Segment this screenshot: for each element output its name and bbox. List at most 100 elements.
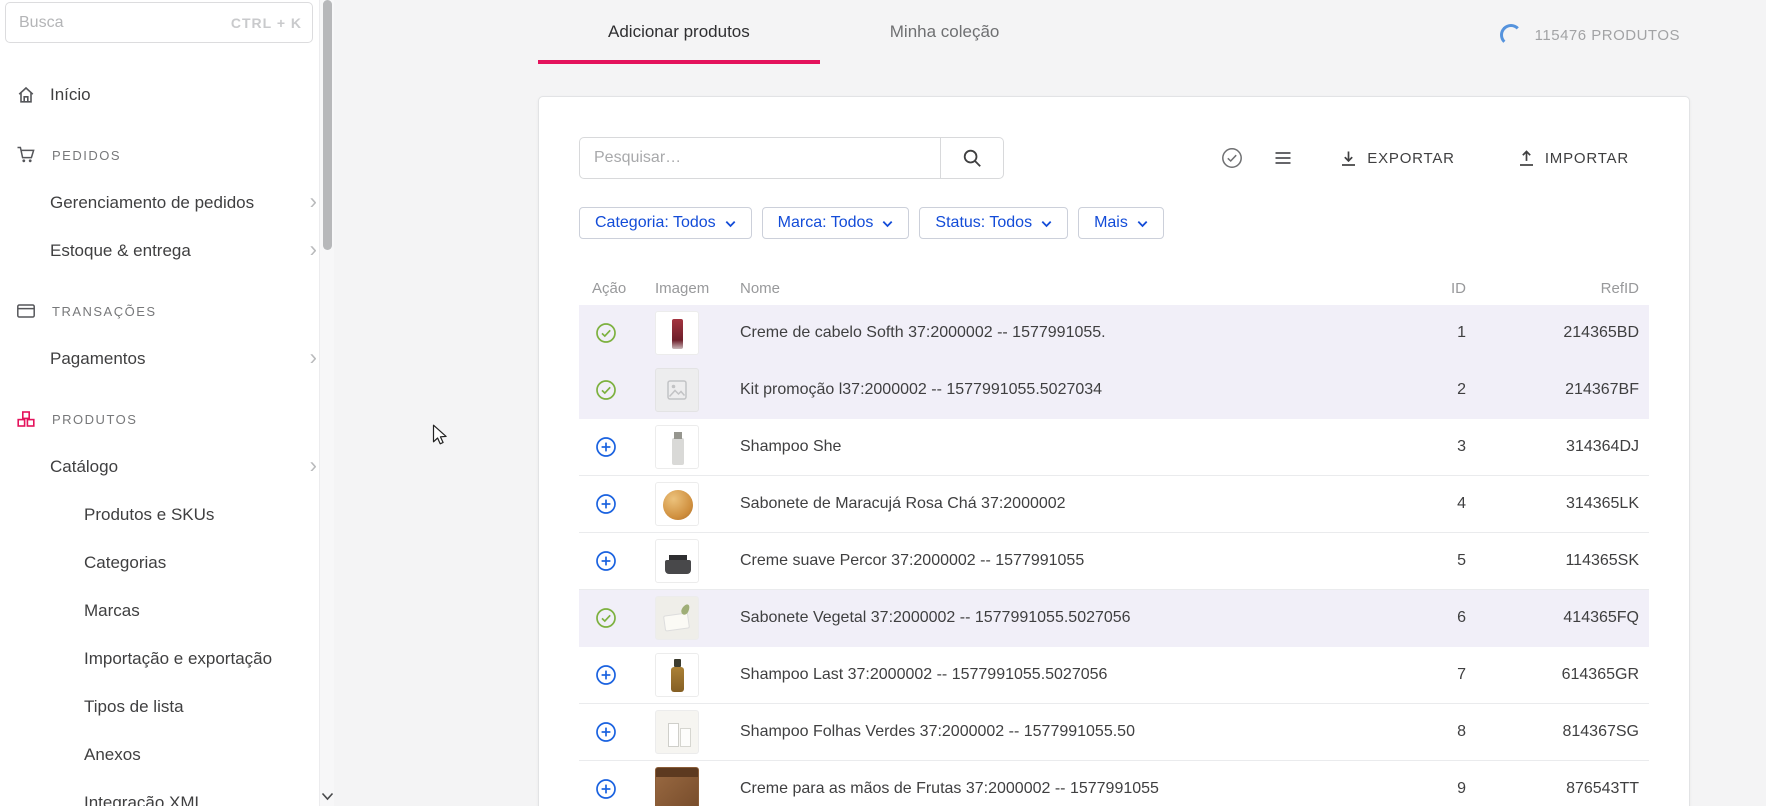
- add-plus-icon[interactable]: [595, 664, 617, 686]
- product-thumbnail: [655, 710, 699, 754]
- sidebar-item-catalogo[interactable]: Catálogo›: [0, 443, 319, 491]
- product-image-cell: [641, 539, 740, 583]
- sidebar-item-label: PEDIDOS: [52, 148, 121, 163]
- sidebar-item-pedidos: PEDIDOS: [0, 131, 319, 179]
- export-label: EXPORTAR: [1367, 150, 1455, 167]
- row-action-cell: [579, 436, 641, 458]
- added-check-icon[interactable]: [595, 322, 617, 344]
- sidebar-item-label: Categorias: [84, 553, 166, 573]
- product-search: [579, 137, 1004, 179]
- added-check-icon[interactable]: [595, 379, 617, 401]
- table-row: Sabonete Vegetal 37:2000002 -- 157799105…: [579, 590, 1649, 647]
- chevron-right-icon: ›: [310, 347, 317, 369]
- sidebar-item-produtos: PRODUTOS: [0, 395, 319, 443]
- scroll-down-chevron-icon[interactable]: [321, 792, 334, 801]
- sidebar-item-importacao-e-exportacao[interactable]: Importação e exportação: [0, 635, 319, 683]
- product-image-cell: [641, 653, 740, 697]
- product-name: Shampoo Folhas Verdes 37:2000002 -- 1577…: [740, 723, 1334, 741]
- table-row: Creme suave Percor 37:2000002 -- 1577991…: [579, 533, 1649, 590]
- main-area: Adicionar produtos Minha coleção 115476 P…: [334, 0, 1766, 806]
- sidebar-item-produtos-e-skus[interactable]: Produtos e SKUs: [0, 491, 319, 539]
- chevron-right-icon: ›: [310, 455, 317, 477]
- search-button[interactable]: [941, 137, 1004, 179]
- added-check-icon[interactable]: [595, 607, 617, 629]
- product-image-cell: [641, 710, 740, 754]
- product-id: 9: [1334, 780, 1469, 798]
- product-thumbnail: [655, 767, 699, 806]
- product-refid: 414365FQ: [1469, 609, 1649, 627]
- sidebar-item-gerenciamento-de-pedidos[interactable]: Gerenciamento de pedidos›: [0, 179, 319, 227]
- chevron-down-icon: [1041, 220, 1052, 228]
- sidebar-item-tipos-de-lista[interactable]: Tipos de lista: [0, 683, 319, 731]
- column-header-name: Nome: [740, 280, 1334, 297]
- table-row: Creme de cabelo Softh 37:2000002 -- 1577…: [579, 305, 1649, 362]
- sidebar-item-categorias[interactable]: Categorias: [0, 539, 319, 587]
- download-icon: [1339, 149, 1358, 168]
- product-refid: 876543TT: [1469, 780, 1649, 798]
- sidebar: CTRL + K Início PEDIDOS Gerenciamento de p…: [0, 0, 319, 806]
- sidebar-item-inicio[interactable]: Início: [0, 71, 319, 119]
- sidebar-item-integracao-xml[interactable]: Integração XML: [0, 779, 319, 806]
- sidebar-item-label: Produtos e SKUs: [84, 505, 214, 525]
- sidebar-search-shortcut: CTRL + K: [231, 15, 312, 31]
- export-button[interactable]: EXPORTAR: [1339, 149, 1455, 168]
- sidebar-item-anexos[interactable]: Anexos: [0, 731, 319, 779]
- product-image-cell: [641, 368, 740, 412]
- tab-label: Adicionar produtos: [608, 22, 750, 42]
- tab-adicionar-produtos[interactable]: Adicionar produtos: [538, 0, 820, 64]
- add-plus-icon[interactable]: [595, 493, 617, 515]
- products-table: Ação Imagem Nome ID RefID Creme de cabel…: [579, 271, 1649, 806]
- table-row: Shampoo Folhas Verdes 37:2000002 -- 1577…: [579, 704, 1649, 761]
- sidebar-scrollbar[interactable]: [319, 0, 334, 806]
- column-header-image: Imagem: [641, 280, 740, 297]
- sidebar-item-label: Início: [50, 85, 91, 105]
- tab-label: Minha coleção: [890, 22, 1000, 42]
- filter-mais[interactable]: Mais: [1078, 207, 1164, 239]
- product-image-cell: [641, 596, 740, 640]
- filter-label: Mais: [1094, 214, 1128, 232]
- select-all-check-icon[interactable]: [1221, 147, 1243, 169]
- product-refid: 314364DJ: [1469, 438, 1649, 456]
- table-row: Kit promoção l37:2000002 -- 1577991055.5…: [579, 362, 1649, 419]
- column-header-action: Ação: [579, 280, 641, 297]
- product-search-input[interactable]: [579, 137, 941, 179]
- add-plus-icon[interactable]: [595, 436, 617, 458]
- filter-label: Status: Todos: [935, 214, 1032, 232]
- product-count: 115476 PRODUTOS: [1535, 27, 1680, 44]
- sidebar-scrollbar-thumb[interactable]: [323, 0, 332, 250]
- add-plus-icon[interactable]: [595, 778, 617, 800]
- sidebar-item-pagamentos[interactable]: Pagamentos ›: [0, 335, 319, 383]
- row-action-cell: [579, 379, 641, 401]
- table-header: Ação Imagem Nome ID RefID: [579, 271, 1649, 305]
- filter-categoria-todos[interactable]: Categoria: Todos: [579, 207, 752, 239]
- filter-marca-todos[interactable]: Marca: Todos: [762, 207, 910, 239]
- tab-minha-colecao[interactable]: Minha coleção: [820, 0, 1070, 64]
- filter-bar: Categoria: Todos Marca: Todos Status: Todo…: [579, 207, 1649, 239]
- row-density-icon[interactable]: [1273, 148, 1293, 168]
- sidebar-item-label: Importação e exportação: [84, 649, 272, 669]
- add-plus-icon[interactable]: [595, 550, 617, 572]
- sidebar-item-estoque-entrega[interactable]: Estoque & entrega›: [0, 227, 319, 275]
- product-id: 8: [1334, 723, 1469, 741]
- product-thumbnail: [655, 425, 699, 469]
- product-name: Creme suave Percor 37:2000002 -- 1577991…: [740, 552, 1334, 570]
- table-row: Creme para as mãos de Frutas 37:2000002 …: [579, 761, 1649, 806]
- import-button[interactable]: IMPORTAR: [1517, 149, 1629, 168]
- sidebar-item-label: Integração XML: [84, 793, 204, 806]
- product-id: 7: [1334, 666, 1469, 684]
- sidebar-item-label: Marcas: [84, 601, 140, 621]
- sidebar-item-marcas[interactable]: Marcas: [0, 587, 319, 635]
- toolbar-right: EXPORTAR IMPORTAR: [1221, 147, 1649, 169]
- sidebar-item-label: Pagamentos: [50, 349, 145, 369]
- products-icon: [16, 409, 36, 429]
- sidebar-nav: Início PEDIDOS Gerenciamento de pedidos›Es…: [0, 71, 319, 806]
- table-row: Sabonete de Maracujá Rosa Chá 37:2000002…: [579, 476, 1649, 533]
- sidebar-search-input[interactable]: [6, 14, 231, 32]
- product-thumbnail: [655, 596, 699, 640]
- product-thumbnail: [655, 311, 699, 355]
- filter-status-todos[interactable]: Status: Todos: [919, 207, 1068, 239]
- add-plus-icon[interactable]: [595, 721, 617, 743]
- loading-spinner-icon: [1500, 24, 1522, 46]
- product-name: Sabonete de Maracujá Rosa Chá 37:2000002: [740, 495, 1334, 513]
- sidebar-search[interactable]: CTRL + K: [5, 2, 313, 43]
